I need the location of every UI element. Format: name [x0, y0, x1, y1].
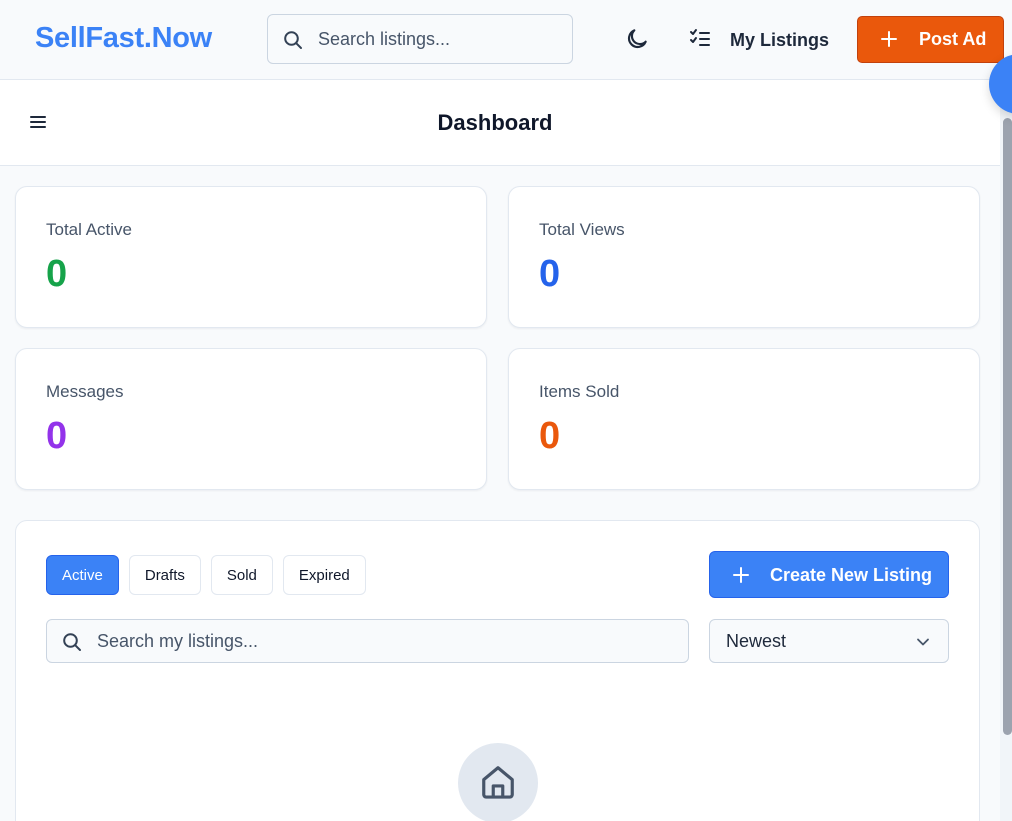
stat-card-messages: Messages 0 — [15, 348, 487, 490]
my-listings-search-input[interactable] — [97, 620, 677, 662]
stat-card-items-sold: Items Sold 0 — [508, 348, 980, 490]
empty-state-icon — [458, 743, 538, 821]
tab-drafts[interactable]: Drafts — [128, 555, 201, 595]
stat-value: 0 — [46, 253, 68, 295]
top-navbar: SellFast.Now My Listings Post Ad — [0, 0, 1012, 80]
moon-icon — [624, 29, 650, 56]
top-search-box[interactable] — [267, 14, 573, 64]
post-ad-button[interactable]: Post Ad — [857, 16, 1004, 63]
my-listings-link[interactable]: My Listings — [688, 26, 829, 54]
tab-active[interactable]: Active — [46, 555, 119, 595]
page-title: Dashboard — [437, 110, 553, 135]
dashboard-header: Dashboard — [0, 80, 1000, 166]
create-listing-button[interactable]: Create New Listing — [709, 551, 949, 598]
stat-label: Total Views — [539, 220, 625, 239]
listing-tabs: Active Drafts Sold Expired — [46, 555, 366, 595]
search-icon — [62, 632, 82, 657]
search-icon — [283, 30, 303, 55]
my-listings-search-box[interactable] — [46, 619, 689, 663]
stat-value: 0 — [46, 415, 68, 457]
scrollbar-thumb[interactable] — [1003, 118, 1012, 735]
stat-label: Messages — [46, 382, 124, 401]
chevron-down-icon — [916, 635, 930, 654]
my-listings-label: My Listings — [730, 29, 830, 50]
brand-logo[interactable]: SellFast.Now — [35, 22, 212, 55]
stat-label: Items Sold — [539, 382, 620, 401]
plus-icon — [880, 30, 898, 53]
post-ad-label: Post Ad — [919, 29, 987, 49]
checklist-icon — [688, 26, 712, 55]
sort-dropdown[interactable]: Newest — [709, 619, 949, 663]
listings-panel: Active Drafts Sold Expired Create New Li… — [15, 520, 980, 821]
stat-card-total-views: Total Views 0 — [508, 186, 980, 328]
tab-expired[interactable]: Expired — [282, 555, 366, 595]
stat-value: 0 — [539, 253, 561, 295]
stat-card-total-active: Total Active 0 — [15, 186, 487, 328]
theme-toggle-button[interactable] — [624, 26, 650, 52]
plus-icon — [732, 566, 750, 589]
top-search-input[interactable] — [318, 15, 563, 63]
create-listing-label: Create New Listing — [770, 565, 933, 585]
tab-sold[interactable]: Sold — [210, 555, 273, 595]
stat-value: 0 — [539, 415, 561, 457]
stat-label: Total Active — [46, 220, 132, 239]
sort-value: Newest — [726, 631, 787, 651]
